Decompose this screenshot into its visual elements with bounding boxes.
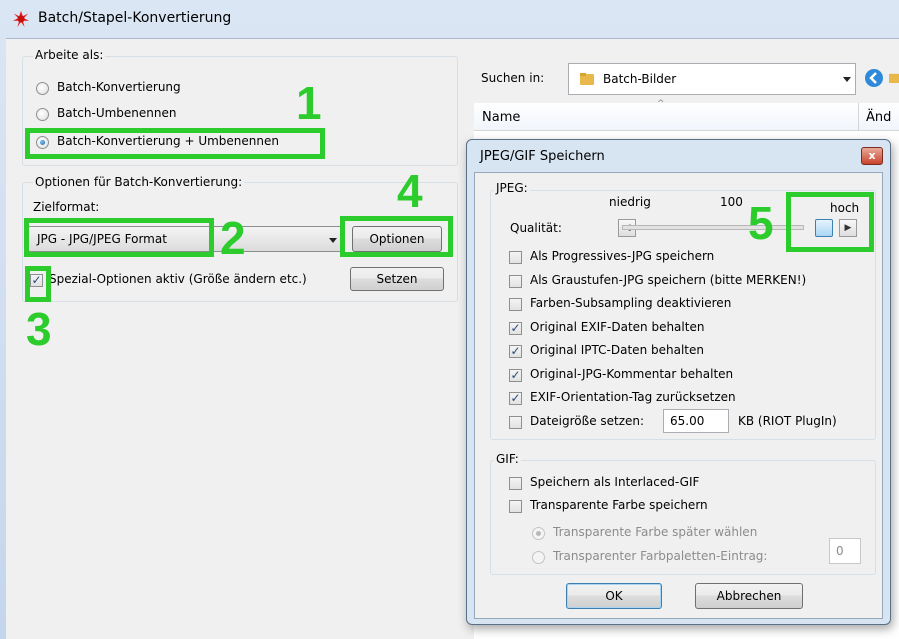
annotation-number-1: 1 bbox=[296, 77, 322, 129]
jpeg-option-label: Als Progressives-JPG speichern bbox=[530, 249, 715, 263]
annotation-number-5: 5 bbox=[748, 197, 774, 249]
jpeg-group-legend: JPEG: bbox=[494, 181, 530, 195]
jpeg-option-label: Farben-Subsampling deaktivieren bbox=[530, 296, 732, 310]
file-list-header[interactable]: Name ^ Änd bbox=[474, 99, 899, 131]
slider-low-label: niedrig bbox=[609, 195, 651, 209]
cancel-button[interactable]: Abbrechen bbox=[695, 583, 803, 609]
conversion-group-legend: Optionen für Batch-Konvertierung: bbox=[33, 175, 245, 189]
sort-up-icon: ^ bbox=[657, 99, 665, 109]
special-options-label: Spezial-Optionen aktiv (Größe ändern etc… bbox=[49, 272, 307, 286]
jpeg-option-checkbox[interactable]: ✓ bbox=[509, 392, 522, 405]
radio-batch-conversion[interactable] bbox=[36, 82, 49, 95]
slider-value: 100 bbox=[720, 195, 743, 209]
highlight-mode-option bbox=[25, 128, 325, 159]
radio-label: Batch-Umbenennen bbox=[57, 106, 177, 120]
column-divider bbox=[858, 103, 859, 131]
jpeg-option-checkbox[interactable] bbox=[509, 298, 522, 311]
gif-transparent-checkbox[interactable] bbox=[509, 500, 522, 513]
radio-batch-rename[interactable] bbox=[36, 108, 49, 121]
quality-slider-track[interactable] bbox=[622, 225, 804, 230]
jpeg-option-label: Original IPTC-Daten behalten bbox=[530, 343, 704, 357]
gif-group-legend: GIF: bbox=[494, 452, 521, 466]
annotation-number-3: 3 bbox=[26, 303, 52, 355]
window-title: Batch/Stapel-Konvertierung bbox=[38, 10, 232, 26]
jpeg-option-checkbox[interactable]: ✓ bbox=[509, 369, 522, 382]
target-format-label: Zielformat: bbox=[33, 200, 100, 214]
radio-label: Batch-Konvertierung bbox=[57, 80, 181, 94]
gif-interlaced-label: Speichern als Interlaced-GIF bbox=[530, 475, 700, 489]
jpeg-option-label: Original-JPG-Kommentar behalten bbox=[530, 367, 734, 381]
filesize-unit: KB (RIOT PlugIn) bbox=[738, 414, 837, 428]
folder-up-icon[interactable] bbox=[889, 70, 899, 86]
search-in-label: Suchen in: bbox=[481, 71, 545, 85]
set-button[interactable]: Setzen bbox=[350, 267, 444, 291]
palette-entry-input[interactable]: 0 bbox=[829, 538, 861, 564]
jpeg-option-checkbox[interactable]: ✓ bbox=[509, 322, 522, 335]
filesize-input[interactable]: 65.00 bbox=[663, 409, 729, 433]
radio-choose-later[interactable] bbox=[532, 527, 545, 540]
column-header-changed[interactable]: Änd bbox=[866, 110, 891, 125]
chevron-down-icon bbox=[843, 77, 851, 82]
filesize-label: Dateigröße setzen: bbox=[530, 414, 645, 428]
filesize-value: 65.00 bbox=[670, 414, 705, 428]
highlight-quality-slider bbox=[786, 192, 874, 252]
filesize-checkbox[interactable] bbox=[509, 416, 522, 429]
close-icon[interactable]: x bbox=[861, 147, 883, 165]
ok-button[interactable]: OK bbox=[566, 583, 662, 609]
gif-transparent-label: Transparente Farbe speichern bbox=[530, 498, 708, 512]
radio-palette-entry[interactable] bbox=[532, 551, 545, 564]
splat-icon bbox=[12, 10, 30, 28]
choose-later-label: Transparente Farbe später wählen bbox=[553, 525, 758, 539]
jpeg-option-checkbox[interactable] bbox=[509, 275, 522, 288]
jpeg-option-label: EXIF-Orientation-Tag zurücksetzen bbox=[530, 390, 736, 404]
palette-entry-value: 0 bbox=[836, 544, 844, 558]
jpeg-option-checkbox[interactable]: ✓ bbox=[509, 345, 522, 358]
folder-select[interactable]: Batch-Bilder bbox=[568, 63, 856, 95]
jpeg-option-label: Original EXIF-Daten behalten bbox=[530, 320, 705, 334]
column-header-name[interactable]: Name bbox=[482, 110, 520, 125]
gif-interlaced-checkbox[interactable] bbox=[509, 477, 522, 490]
back-icon[interactable] bbox=[864, 68, 884, 88]
highlight-special-checkbox bbox=[25, 266, 51, 302]
folder-name: Batch-Bilder bbox=[603, 72, 677, 86]
folder-icon bbox=[580, 73, 594, 85]
annotation-number-2: 2 bbox=[220, 212, 246, 264]
mode-group-legend: Arbeite als: bbox=[33, 48, 106, 62]
highlight-target-format bbox=[24, 218, 214, 257]
jpeg-option-label: Als Graustufen-JPG speichern (bitte MERK… bbox=[530, 273, 807, 287]
title-bar[interactable]: Batch/Stapel-Konvertierung bbox=[0, 0, 899, 38]
jpeg-option-checkbox[interactable] bbox=[509, 251, 522, 264]
dialog-title: JPEG/GIF Speichern bbox=[480, 149, 605, 164]
highlight-options-button bbox=[340, 216, 453, 257]
palette-entry-label: Transparenter Farbpaletten-Eintrag: bbox=[553, 549, 768, 563]
chevron-down-icon bbox=[329, 238, 337, 243]
quality-label: Qualität: bbox=[510, 221, 562, 235]
annotation-number-4: 4 bbox=[397, 165, 423, 217]
